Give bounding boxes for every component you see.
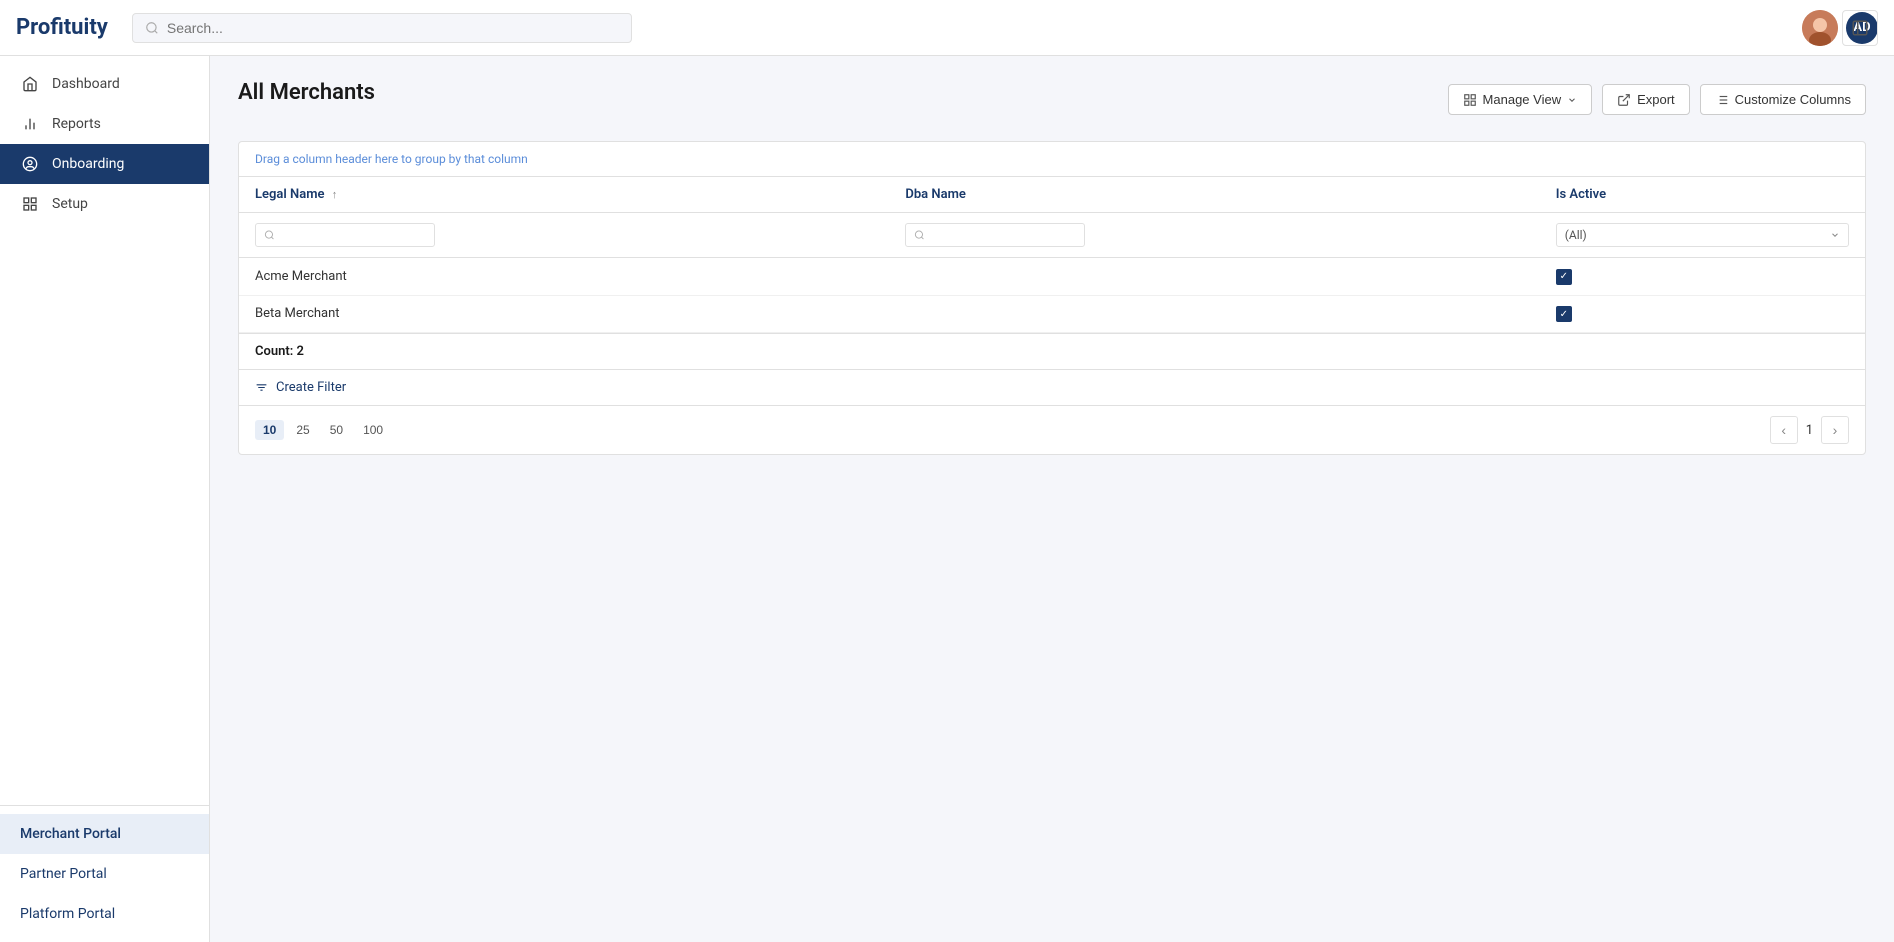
page-size-100-button[interactable]: 100 — [355, 420, 391, 440]
export-label: Export — [1637, 92, 1675, 107]
dba-name-filter-field[interactable] — [931, 228, 1076, 242]
portal-item-platform-portal[interactable]: Platform Portal — [0, 894, 209, 934]
search-input[interactable] — [167, 20, 619, 36]
toolbar: Manage View Export Customize Columns — [1448, 84, 1866, 115]
th-legal-name-label: Legal Name — [255, 187, 324, 202]
sidebar-toggle-button[interactable] — [1842, 10, 1878, 46]
bar-chart-icon — [20, 116, 40, 132]
pagination-row: 102550100 ‹ 1 › — [239, 405, 1865, 454]
dba-name-cell — [889, 258, 1539, 296]
dba-name-cell — [889, 295, 1539, 333]
create-filter-label: Create Filter — [276, 380, 346, 395]
filter-legal-name-cell — [239, 213, 889, 258]
count-label: Count: 2 — [239, 333, 1865, 369]
sidebar-item-setup[interactable]: Setup — [0, 184, 209, 224]
manage-view-button[interactable]: Manage View — [1448, 84, 1593, 115]
current-page: 1 — [1806, 423, 1813, 438]
sort-icon: ↑ — [332, 188, 338, 201]
customize-columns-label: Customize Columns — [1735, 92, 1851, 107]
portal-item-merchant-portal[interactable]: Merchant Portal — [0, 814, 209, 854]
sidebar-item-label: Setup — [52, 196, 88, 212]
portal-label: Merchant Portal — [20, 826, 121, 842]
sidebar-bottom: Merchant Portal Partner Portal Platform Po… — [0, 805, 209, 942]
sidebar-nav: Dashboard Reports Onboarding Setup — [0, 56, 209, 805]
filter-dba-name-input[interactable] — [905, 223, 1085, 247]
merchants-table: Legal Name ↑ Dba Name Is Active — [239, 177, 1865, 333]
prev-page-button[interactable]: ‹ — [1770, 416, 1798, 444]
table-row: Beta Merchant ✓ — [239, 295, 1865, 333]
app-logo: Profituity — [16, 15, 108, 40]
th-legal-name[interactable]: Legal Name ↑ — [239, 177, 889, 213]
merchants-table-container: Drag a column header here to group by th… — [238, 141, 1866, 455]
table-row: Acme Merchant ✓ — [239, 258, 1865, 296]
is-active-cell: ✓ — [1540, 295, 1865, 333]
page-title: All Merchants — [238, 80, 375, 105]
main-layout: Dashboard Reports Onboarding Setup Merch… — [0, 56, 1894, 942]
avatar — [1802, 10, 1838, 46]
portal-item-partner-portal[interactable]: Partner Portal — [0, 854, 209, 894]
customize-columns-button[interactable]: Customize Columns — [1700, 84, 1866, 115]
portal-label: Platform Portal — [20, 906, 115, 922]
user-circle-icon — [20, 156, 40, 172]
search-icon — [145, 20, 159, 36]
filter-is-active-cell: (All) — [1540, 213, 1865, 258]
sidebar-item-dashboard[interactable]: Dashboard — [0, 64, 209, 104]
sidebar-item-onboarding[interactable]: Onboarding — [0, 144, 209, 184]
sidebar: Dashboard Reports Onboarding Setup Merch… — [0, 56, 210, 942]
legal-name-cell: Acme Merchant — [239, 258, 889, 296]
home-icon — [20, 76, 40, 92]
is-active-cell: ✓ — [1540, 258, 1865, 296]
search-bar[interactable] — [132, 13, 632, 43]
grid-icon — [20, 196, 40, 212]
portal-label: Partner Portal — [20, 866, 107, 882]
main-content: All Merchants Manage View Export Customi… — [210, 56, 1894, 942]
active-checkbox[interactable]: ✓ — [1556, 306, 1572, 322]
is-active-filter-select[interactable]: (All) — [1556, 223, 1849, 247]
th-dba-name[interactable]: Dba Name — [889, 177, 1539, 213]
filter-legal-name-input[interactable] — [255, 223, 435, 247]
export-button[interactable]: Export — [1602, 84, 1690, 115]
th-is-active-label: Is Active — [1556, 187, 1606, 202]
legal-name-filter-field[interactable] — [281, 228, 426, 242]
is-active-filter-value: (All) — [1565, 228, 1587, 242]
manage-view-label: Manage View — [1483, 92, 1562, 107]
sidebar-item-label: Dashboard — [52, 76, 120, 92]
th-is-active[interactable]: Is Active — [1540, 177, 1865, 213]
next-page-button[interactable]: › — [1821, 416, 1849, 444]
create-filter-button[interactable]: Create Filter — [239, 369, 1865, 405]
page-size-25-button[interactable]: 25 — [288, 420, 317, 440]
filter-dba-name-cell — [889, 213, 1539, 258]
legal-name-cell: Beta Merchant — [239, 295, 889, 333]
page-size-50-button[interactable]: 50 — [322, 420, 351, 440]
active-checkbox[interactable]: ✓ — [1556, 269, 1572, 285]
sidebar-item-reports[interactable]: Reports — [0, 104, 209, 144]
drag-hint: Drag a column header here to group by th… — [239, 142, 1865, 177]
sidebar-item-label: Reports — [52, 116, 101, 132]
pagination-controls: ‹ 1 › — [1770, 416, 1849, 444]
th-dba-name-label: Dba Name — [905, 187, 965, 202]
page-sizes: 102550100 — [255, 420, 391, 440]
page-size-10-button[interactable]: 10 — [255, 420, 284, 440]
table-header-row: Legal Name ↑ Dba Name Is Active — [239, 177, 1865, 213]
app-header: Profituity AD — [0, 0, 1894, 56]
sidebar-item-label: Onboarding — [52, 156, 124, 172]
table-filter-row: (All) — [239, 213, 1865, 258]
